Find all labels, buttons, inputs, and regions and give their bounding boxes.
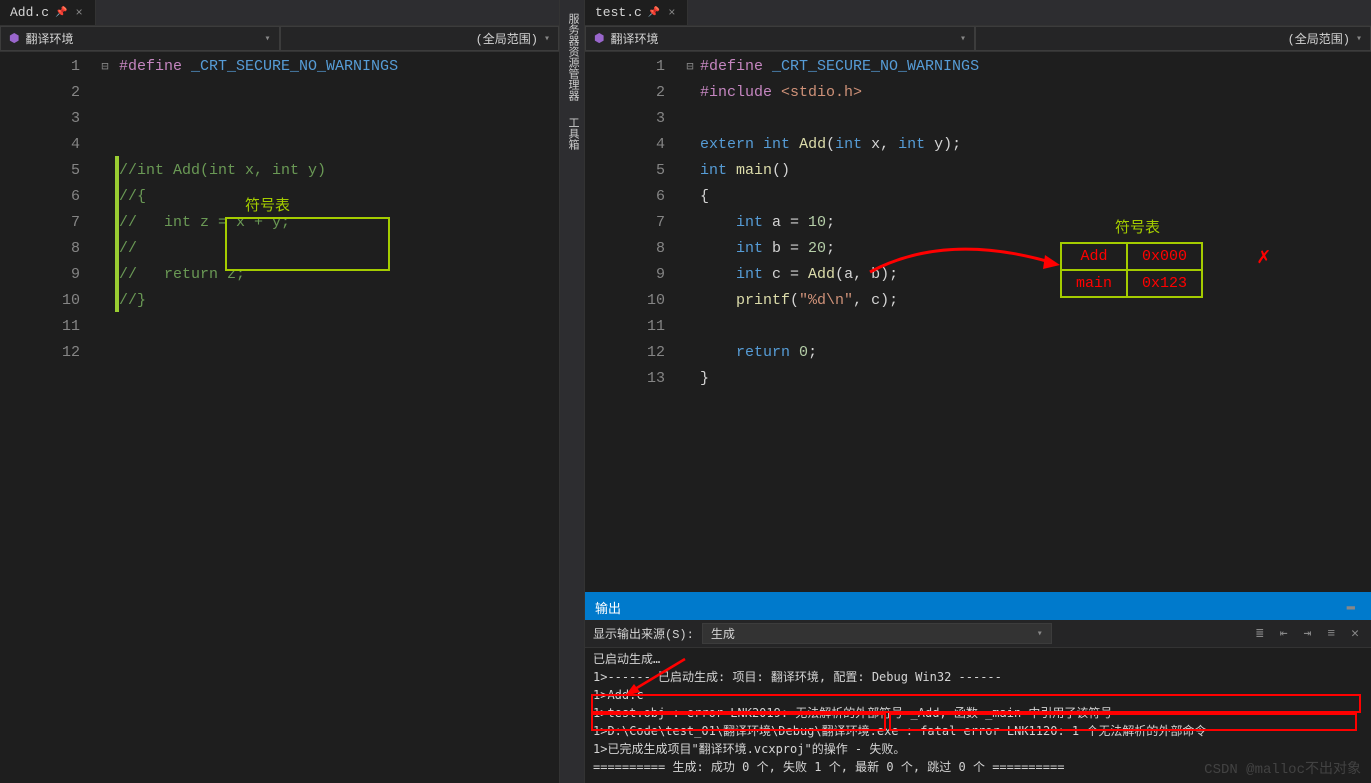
code-content[interactable]: #define _CRT_SECURE_NO_WARNINGS //int Ad… xyxy=(119,52,559,783)
cpp-icon: ⬢ xyxy=(594,31,604,46)
error-highlight-3 xyxy=(889,713,1357,731)
close-icon[interactable]: × xyxy=(73,6,84,20)
output-source-dropdown[interactable]: 生成 ▾ xyxy=(702,623,1052,644)
symbol-table: Add0x000 main0x123 xyxy=(1060,242,1203,298)
symbol-table-label: 符号表 xyxy=(245,194,290,215)
symbol-table-box xyxy=(225,217,390,271)
fold-gutter[interactable]: ⊟ xyxy=(680,52,700,592)
context-bar-right: ⬢ 翻译环境 ▾ (全局范围) ▾ xyxy=(585,26,1371,52)
table-row: main0x123 xyxy=(1061,270,1202,297)
chevron-down-icon: ▾ xyxy=(960,33,966,45)
indent-right-icon[interactable]: ⇥ xyxy=(1300,624,1316,643)
sym-name: Add xyxy=(1061,243,1127,270)
chevron-down-icon: ▾ xyxy=(1037,628,1043,640)
error-highlight-2 xyxy=(591,713,886,731)
sym-name: main xyxy=(1061,270,1127,297)
minimize-icon[interactable]: ▬ xyxy=(1341,597,1361,617)
tab-add-c[interactable]: Add.c 📌 × xyxy=(0,0,96,25)
symbol-table-label: 符号表 xyxy=(1115,216,1160,237)
pin-icon[interactable]: 📌 xyxy=(648,7,660,19)
close-icon[interactable]: × xyxy=(666,6,677,20)
editor-right[interactable]: 12345678910111213 ⊟ #define _CRT_SECURE_… xyxy=(585,52,1371,592)
table-row: Add0x000 xyxy=(1061,243,1202,270)
tab-label: test.c xyxy=(595,5,642,20)
member-dropdown-left[interactable]: (全局范围) ▾ xyxy=(280,26,560,51)
wrap-icon[interactable]: ≡ xyxy=(1323,624,1339,643)
line-gutter: 12345678910111213 xyxy=(585,52,680,592)
scope-dropdown-left[interactable]: ⬢ 翻译环境 ▾ xyxy=(0,26,280,51)
code-content[interactable]: #define _CRT_SECURE_NO_WARNINGS#include … xyxy=(700,52,1371,592)
editor-left[interactable]: 123456789101112 ⊟ #define _CRT_SECURE_NO… xyxy=(0,52,559,783)
right-panel: test.c 📌 × ⬢ 翻译环境 ▾ (全局范围) ▾ 12345678910… xyxy=(585,0,1371,783)
sym-addr: 0x000 xyxy=(1127,243,1202,270)
scope-dropdown-right[interactable]: ⬢ 翻译环境 ▾ xyxy=(585,26,975,51)
context-bar-left: ⬢ 翻译环境 ▾ (全局范围) ▾ xyxy=(0,26,559,52)
member-dropdown-right[interactable]: (全局范围) ▾ xyxy=(975,26,1371,51)
tab-label: Add.c xyxy=(10,5,49,20)
clear-icon[interactable]: ≣ xyxy=(1252,624,1268,643)
left-editor-panel: Add.c 📌 × ⬢ 翻译环境 ▾ (全局范围) ▾ 123456789101… xyxy=(0,0,560,783)
tab-bar-left: Add.c 📌 × xyxy=(0,0,559,26)
global-scope-label: (全局范围) xyxy=(476,30,538,47)
line-gutter: 123456789101112 xyxy=(0,52,95,783)
scope-label: 翻译环境 xyxy=(25,30,73,47)
server-explorer-tab[interactable]: 服务器资源管理器 xyxy=(562,5,582,109)
tab-bar-right: test.c 📌 × xyxy=(585,0,1371,26)
x-mark: ✗ xyxy=(1257,244,1270,270)
chevron-down-icon: ▾ xyxy=(544,33,550,45)
global-scope-label: (全局范围) xyxy=(1288,30,1350,47)
scope-label: 翻译环境 xyxy=(610,30,658,47)
sym-addr: 0x123 xyxy=(1127,270,1202,297)
output-source-label: 显示输出来源(S): xyxy=(593,625,694,642)
output-panel: 输出 ▬ 显示输出来源(S): 生成 ▾ ≣ ⇤ ⇥ ≡ ✕ 已启动生成…1>-… xyxy=(585,592,1371,783)
side-toolbar: 服务器资源管理器 工具箱 xyxy=(560,0,585,783)
error-highlight-1 xyxy=(591,694,1361,713)
output-toolbar: 显示输出来源(S): 生成 ▾ ≣ ⇤ ⇥ ≡ ✕ xyxy=(585,620,1371,648)
pin-icon[interactable]: 📌 xyxy=(55,7,67,19)
output-title-label: 输出 xyxy=(595,598,621,617)
chevron-down-icon: ▾ xyxy=(264,33,270,45)
toolbox-tab[interactable]: 工具箱 xyxy=(562,109,582,158)
clear-all-icon[interactable]: ✕ xyxy=(1347,624,1363,643)
indent-left-icon[interactable]: ⇤ xyxy=(1276,624,1292,643)
watermark: CSDN @malloc不出对象 xyxy=(1204,758,1361,778)
chevron-down-icon: ▾ xyxy=(1356,33,1362,45)
output-source-value: 生成 xyxy=(711,625,735,642)
fold-gutter[interactable]: ⊟ xyxy=(95,52,115,783)
output-title-bar: 输出 ▬ xyxy=(585,594,1371,620)
tab-test-c[interactable]: test.c 📌 × xyxy=(585,0,688,25)
cpp-icon: ⬢ xyxy=(9,31,19,46)
